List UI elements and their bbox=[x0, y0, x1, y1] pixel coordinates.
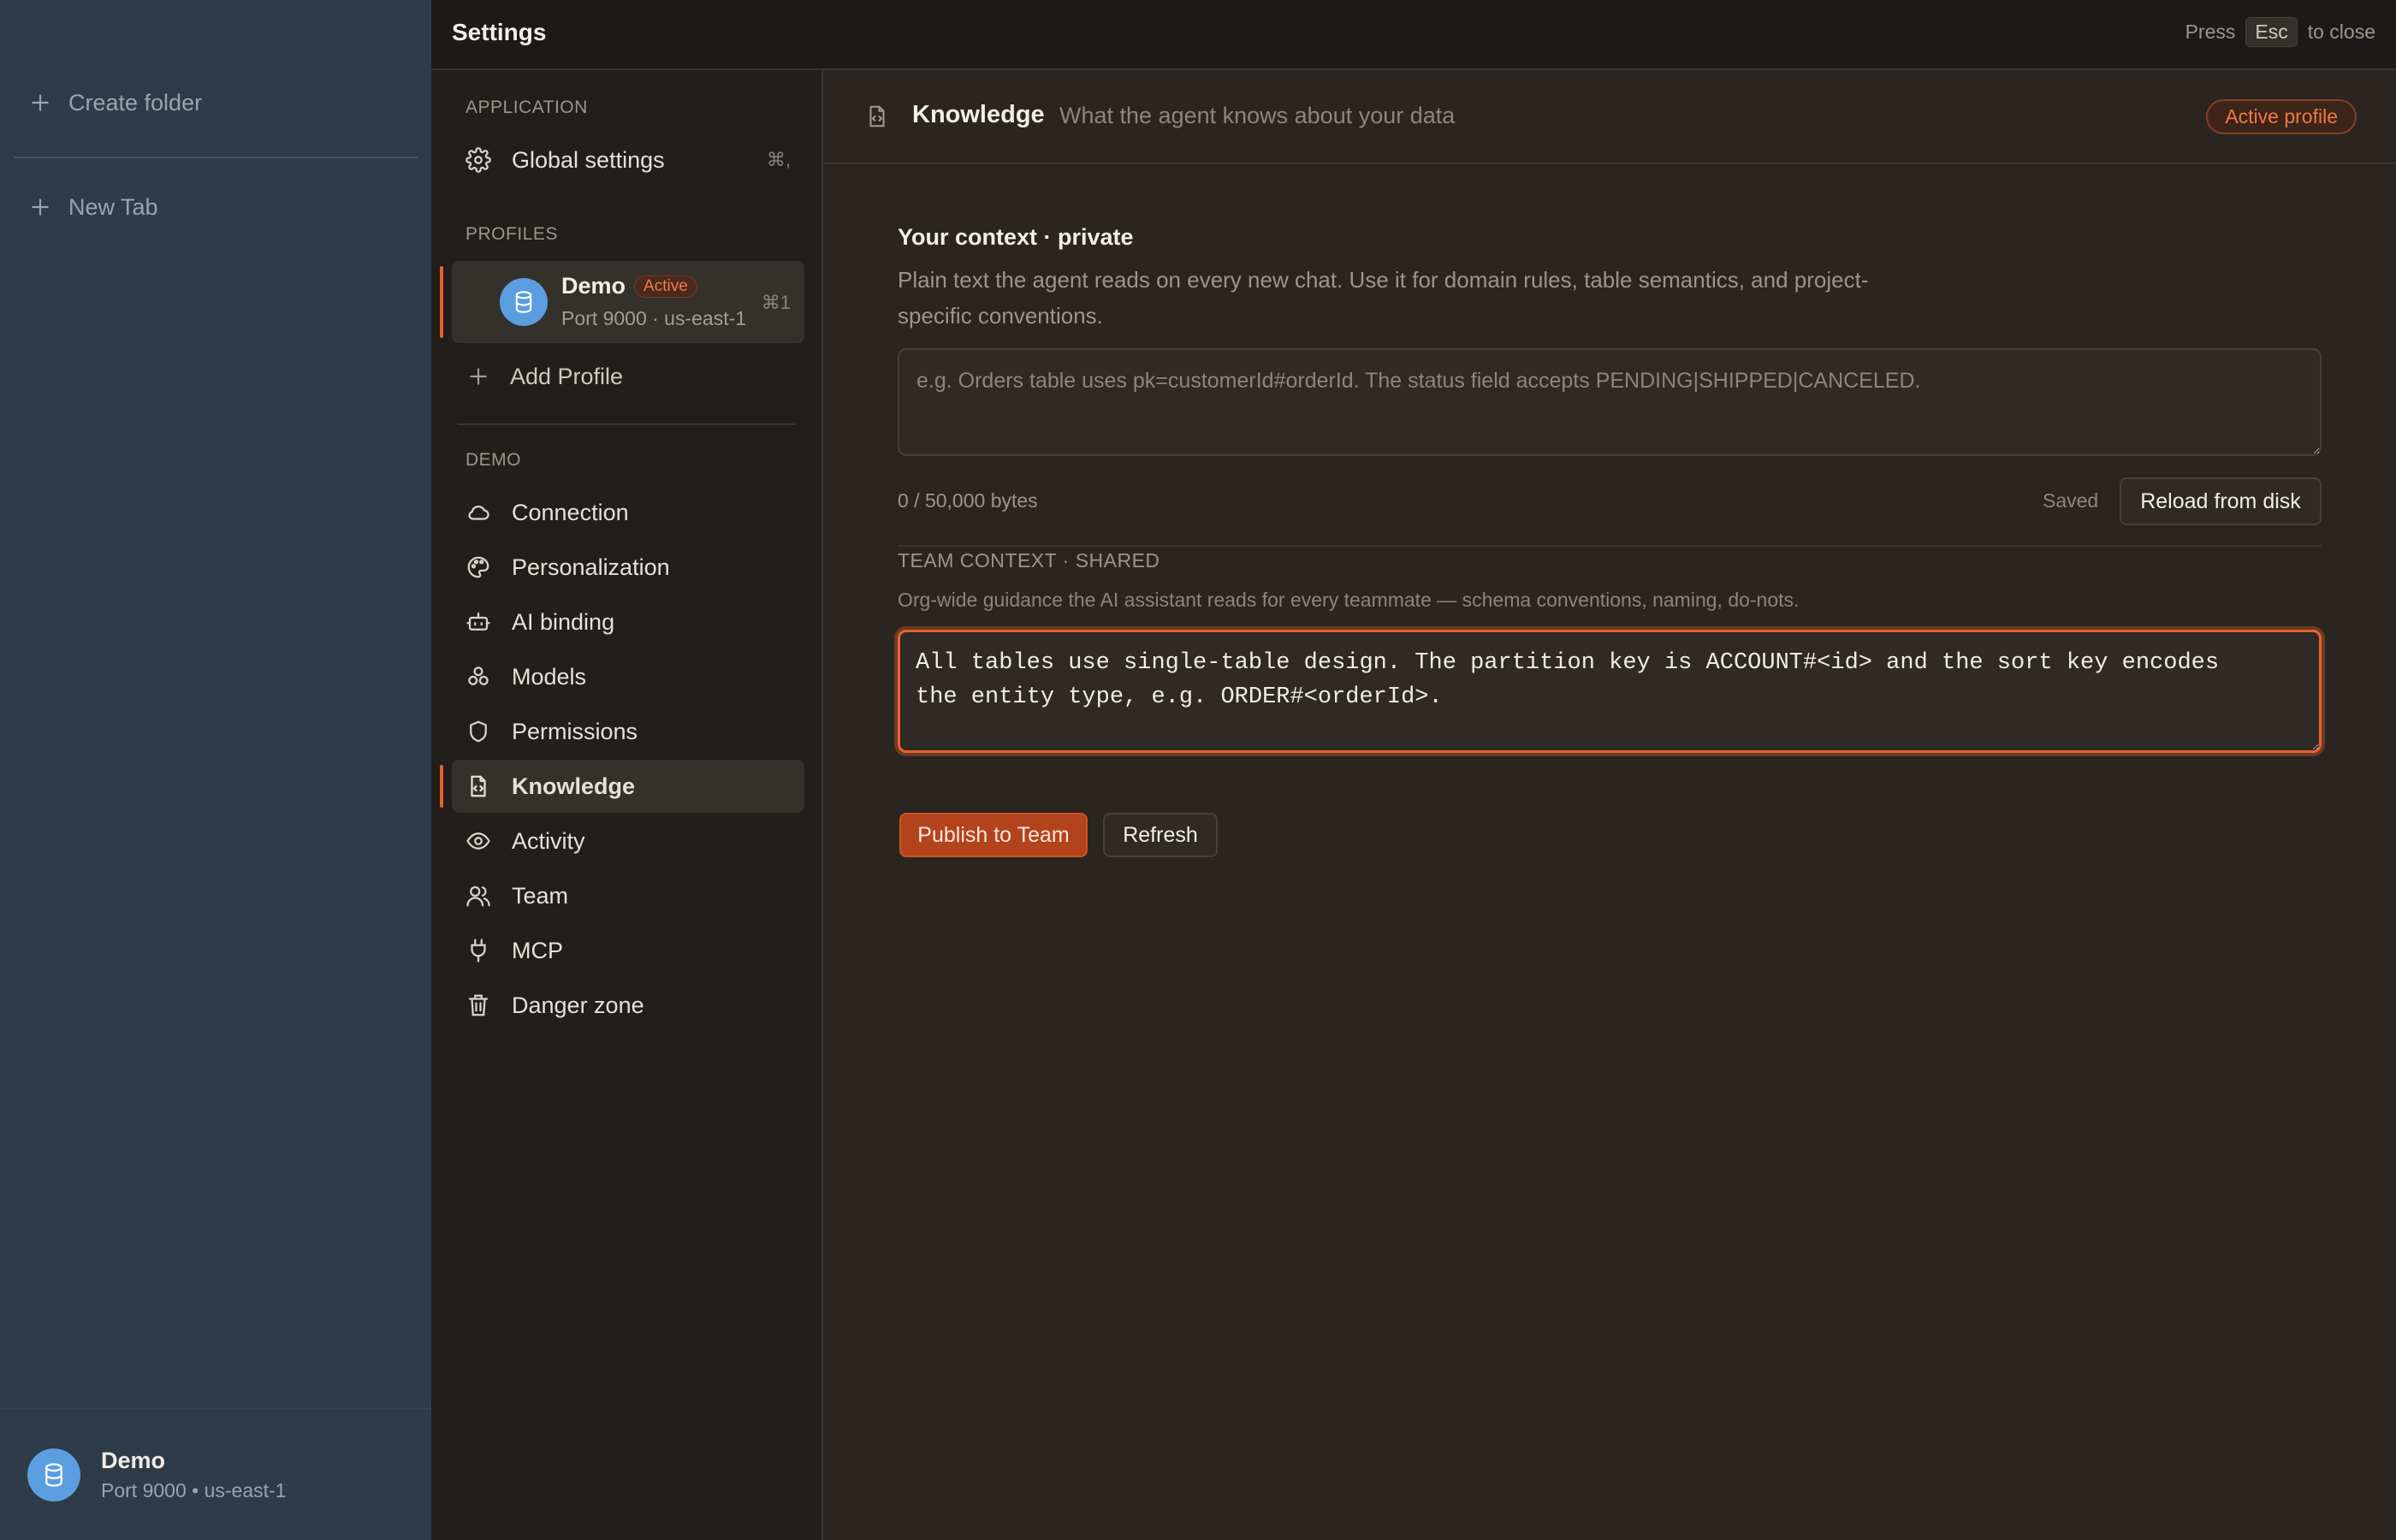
profile-meta: Port 9000 • us-east-1 bbox=[101, 1479, 287, 1502]
private-context-description-line: specific conventions. bbox=[898, 303, 1103, 329]
panel-header: Knowledge What the agent knows about you… bbox=[823, 70, 2396, 164]
new-tab-button[interactable]: New Tab bbox=[29, 187, 158, 228]
nav-item-label: Global settings bbox=[512, 146, 665, 173]
shield-icon bbox=[470, 720, 487, 743]
team-context-description: Org-wide guidance the AI assistant reads… bbox=[898, 589, 1800, 611]
team-context-textarea[interactable]: All tables use single-table design. The … bbox=[898, 630, 2322, 753]
file-code-icon bbox=[471, 775, 486, 797]
team-context-label: TEAM CONTEXT · SHARED bbox=[898, 549, 1160, 572]
database-avatar bbox=[27, 1448, 80, 1502]
nav-item-models[interactable]: Models bbox=[452, 650, 804, 703]
save-status: Saved bbox=[2043, 489, 2099, 512]
nav-section-application: APPLICATION bbox=[466, 98, 588, 117]
nav-item-label: Knowledge bbox=[512, 773, 636, 799]
esc-hint: Press Esc to close bbox=[2185, 17, 2375, 47]
active-profile-badge: Active profile bbox=[2206, 99, 2357, 134]
nav-item-label: Activity bbox=[512, 827, 585, 854]
plus-icon bbox=[32, 94, 49, 111]
database-icon bbox=[45, 1463, 62, 1487]
sidebar-divider bbox=[14, 157, 418, 158]
nav-item-mcp[interactable]: MCP bbox=[452, 924, 804, 977]
panel-title: Knowledge bbox=[912, 101, 1045, 128]
nav-section-profiles: PROFILES bbox=[466, 224, 558, 244]
nav-item-label: Models bbox=[512, 663, 587, 690]
nav-item-label: Connection bbox=[512, 499, 629, 525]
nav-item-connection[interactable]: Connection bbox=[452, 486, 804, 539]
database-icon bbox=[515, 291, 532, 313]
esc-hint-suffix: to close bbox=[2307, 21, 2375, 43]
publish-to-team-button[interactable]: Publish to Team bbox=[899, 813, 1088, 857]
private-context-description-line: Plain text the agent reads on every new … bbox=[898, 267, 1869, 293]
private-context-label: Your context · private bbox=[898, 224, 1134, 250]
settings-top-bar: Settings Press Esc to close bbox=[431, 0, 2396, 70]
section-divider bbox=[898, 545, 2322, 547]
nav-item-danger-zone[interactable]: Danger zone bbox=[452, 979, 804, 1032]
profile-name: Demo Active bbox=[561, 273, 697, 299]
nav-item-team[interactable]: Team bbox=[452, 869, 804, 922]
nav-item-label: Danger zone bbox=[512, 992, 644, 1018]
users-icon bbox=[466, 886, 490, 907]
nav-item-label: Team bbox=[512, 882, 569, 909]
nav-item-ai-binding[interactable]: AI binding bbox=[452, 595, 804, 649]
nav-item-label: Personalization bbox=[512, 554, 670, 580]
trash-icon bbox=[468, 994, 489, 1016]
profile-meta: Port 9000 · us-east-1 bbox=[561, 307, 747, 329]
app-sidebar: Create folder New Tab Demo Port 9000 • u… bbox=[0, 0, 431, 1540]
profile-name-text: Demo bbox=[561, 273, 626, 299]
refresh-button[interactable]: Refresh bbox=[1103, 813, 1218, 857]
add-profile-button[interactable]: Add Profile bbox=[452, 350, 804, 403]
nav-item-label: AI binding bbox=[512, 608, 615, 635]
new-tab-label: New Tab bbox=[68, 193, 158, 220]
settings-nav: APPLICATION Global settings ⌘, PROFILES … bbox=[431, 70, 823, 1540]
nav-divider bbox=[457, 424, 796, 425]
private-context-textarea[interactable] bbox=[898, 348, 2322, 456]
create-folder-button[interactable]: Create folder bbox=[29, 82, 202, 123]
nav-item-global-settings[interactable]: Global settings ⌘, bbox=[452, 133, 804, 187]
nav-profile-demo[interactable]: Demo Active Port 9000 · us-east-1 ⌘1 bbox=[440, 261, 804, 343]
file-code-icon bbox=[869, 105, 885, 127]
nav-section-demo: DEMO bbox=[466, 450, 521, 470]
plus-icon bbox=[32, 198, 49, 216]
panel-subtitle: What the agent knows about your data bbox=[1059, 103, 1456, 128]
database-avatar bbox=[500, 278, 548, 326]
shortcut-hint: ⌘1 bbox=[761, 292, 791, 313]
reload-from-disk-button[interactable]: Reload from disk bbox=[2120, 477, 2322, 525]
profile-name: Demo bbox=[101, 1448, 166, 1473]
plus-icon bbox=[470, 368, 487, 385]
nav-item-personalization[interactable]: Personalization bbox=[452, 541, 804, 594]
eye-icon bbox=[466, 832, 490, 850]
esc-hint-press: Press bbox=[2185, 21, 2236, 43]
byte-counter: 0 / 50,000 bytes bbox=[898, 489, 1038, 512]
nav-item-label: Permissions bbox=[512, 718, 638, 744]
add-profile-label: Add Profile bbox=[510, 363, 624, 389]
cloud-icon bbox=[468, 505, 489, 520]
plug-icon bbox=[471, 939, 486, 962]
bot-icon bbox=[466, 612, 490, 631]
shortcut-hint: ⌘, bbox=[766, 149, 791, 170]
nav-item-knowledge[interactable]: Knowledge bbox=[440, 760, 804, 813]
sidebar-divider bbox=[0, 1407, 431, 1409]
page-title: Settings bbox=[452, 19, 547, 45]
palette-icon bbox=[467, 556, 489, 578]
nav-item-activity[interactable]: Activity bbox=[452, 814, 804, 868]
nav-item-permissions[interactable]: Permissions bbox=[452, 705, 804, 758]
create-folder-label: Create folder bbox=[68, 89, 203, 116]
gear-icon bbox=[466, 147, 491, 173]
knowledge-panel: Knowledge What the agent knows about you… bbox=[823, 70, 2396, 1540]
nav-item-label: MCP bbox=[512, 937, 563, 963]
private-context-description: Plain text the agent reads on every new … bbox=[898, 262, 1868, 334]
models-icon bbox=[468, 666, 489, 685]
esc-key[interactable]: Esc bbox=[2245, 17, 2298, 47]
active-badge: Active bbox=[634, 275, 697, 298]
current-profile[interactable]: Demo Port 9000 • us-east-1 bbox=[27, 1448, 286, 1502]
